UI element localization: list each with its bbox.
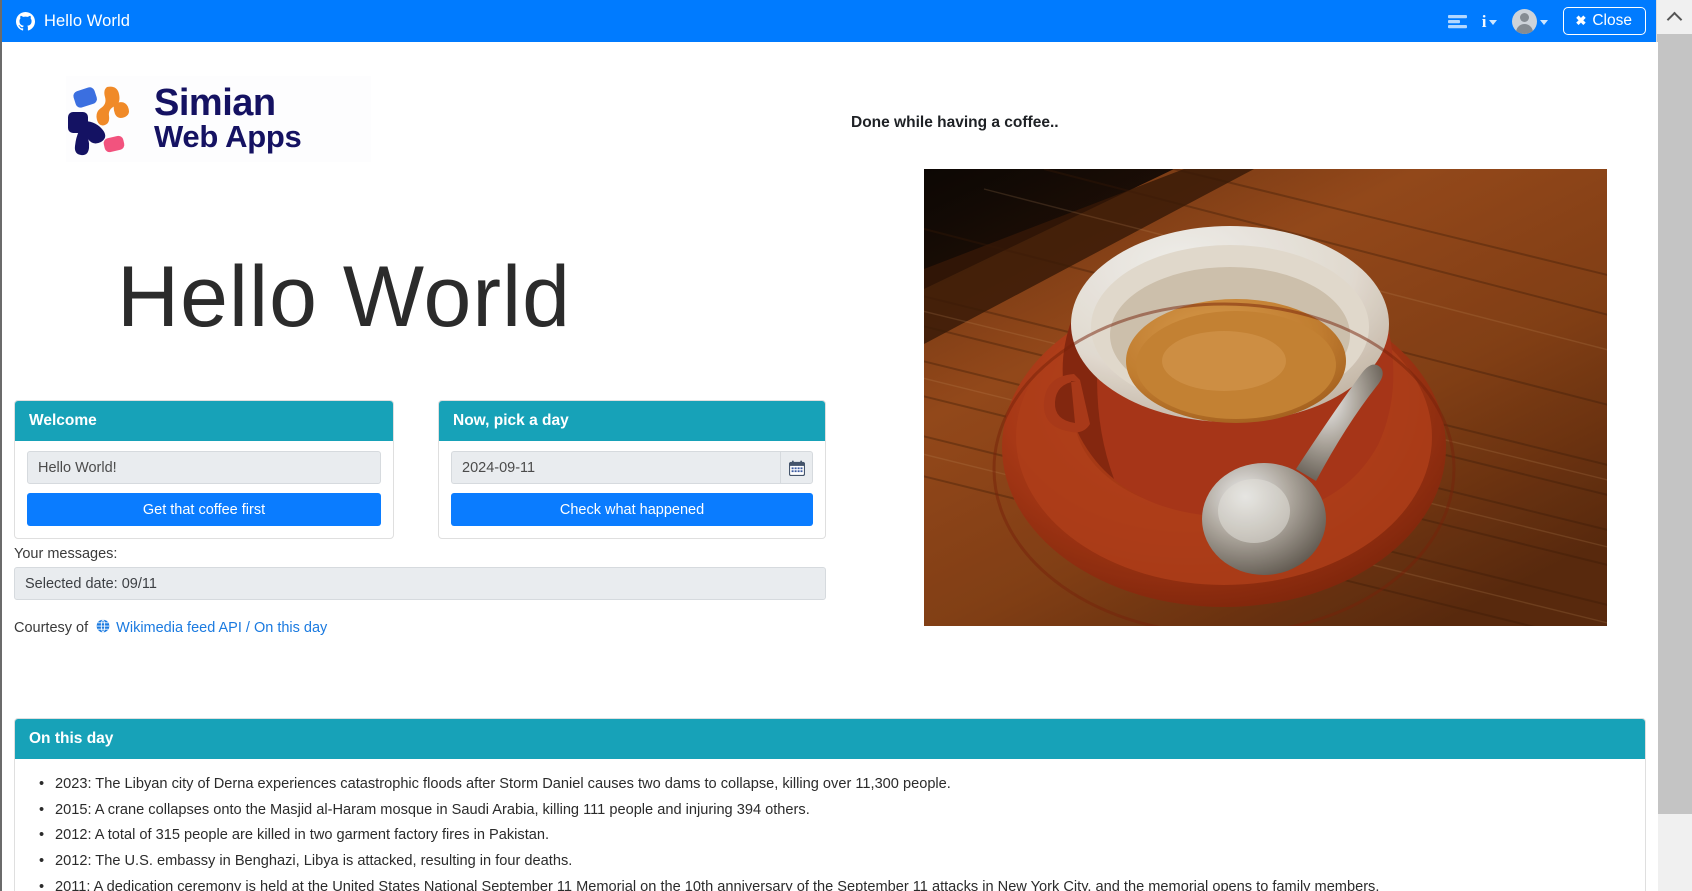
coffee-photo (924, 169, 1607, 626)
calendar-picker-button[interactable] (780, 451, 813, 484)
pick-a-day-card-body: 2024-09-11 Check what happened (439, 441, 825, 538)
brand-line-2: Web Apps (154, 119, 302, 155)
list-item: 2023: The Libyan city of Derna experienc… (39, 771, 1645, 797)
calendar-icon (788, 460, 805, 476)
title-bar-left: Hello World (16, 11, 131, 31)
avatar (1512, 8, 1538, 34)
wikimedia-feed-link[interactable]: Wikimedia feed API / On this day (116, 620, 327, 636)
github-icon (16, 11, 35, 31)
messages-label: Your messages: (14, 546, 118, 562)
vertical-scrollbar[interactable] (1656, 0, 1692, 891)
page-title: Hello World (117, 249, 571, 345)
info-menu-button[interactable]: i (1482, 13, 1498, 30)
window-title-bar: Hello World i ✖ Close (2, 0, 1658, 42)
check-what-happened-button[interactable]: Check what happened (451, 493, 813, 526)
globe-icon (96, 619, 110, 637)
date-input[interactable]: 2024-09-11 (451, 451, 780, 484)
brand-logo-text: Simian Web Apps (154, 82, 302, 155)
get-coffee-button[interactable]: Get that coffee first (27, 493, 381, 526)
date-input-group: 2024-09-11 (451, 451, 813, 484)
window-title-text: Hello World (44, 11, 131, 30)
chevron-down-icon (1489, 19, 1498, 25)
close-x-icon: ✖ (1575, 13, 1587, 28)
app-window: Hello World i ✖ Close Simian Web Apps He… (0, 0, 1692, 891)
close-button[interactable]: ✖ Close (1563, 6, 1646, 36)
page-content: Simian Web Apps Hello World Welcome Hell… (2, 42, 1658, 891)
list-item: 2011: A dedication ceremony is held at t… (39, 875, 1645, 891)
title-bar-right: i ✖ Close (1447, 6, 1646, 36)
info-icon: i (1481, 11, 1487, 31)
pick-a-day-card-header: Now, pick a day (439, 401, 825, 441)
welcome-card-header: Welcome (15, 401, 393, 441)
scroll-up-arrow-icon[interactable] (1657, 0, 1692, 34)
welcome-text-input[interactable]: Hello World! (27, 451, 381, 484)
scrollbar-thumb[interactable] (1657, 34, 1692, 814)
on-this-day-card: On this day 2023: The Libyan city of Der… (14, 718, 1646, 891)
on-this-day-header: On this day (15, 719, 1645, 759)
user-menu-button[interactable] (1512, 8, 1549, 34)
welcome-card: Welcome Hello World! Get that coffee fir… (14, 400, 394, 539)
courtesy-prefix: Courtesy of (14, 620, 89, 636)
list-item: 2012: The U.S. embassy in Benghazi, Liby… (39, 849, 1645, 875)
on-this-day-events-list: 2023: The Libyan city of Derna experienc… (15, 759, 1645, 891)
simian-logo-icon (68, 86, 129, 156)
list-view-icon[interactable] (1447, 14, 1467, 29)
messages-output: Selected date: 09/11 (14, 567, 826, 600)
courtesy-line: Courtesy of Wikimedia feed API / On this… (14, 619, 327, 637)
pick-a-day-card: Now, pick a day 2024-09-11 Check what ha… (438, 400, 826, 539)
list-item: 2012: A total of 315 people are killed i… (39, 823, 1645, 849)
photo-caption: Done while having a coffee.. (851, 114, 1059, 131)
welcome-card-body: Hello World! Get that coffee first (15, 441, 393, 538)
coffee-photo-image (924, 169, 1607, 626)
close-button-label: Close (1592, 11, 1632, 29)
brand-line-1: Simian (154, 82, 276, 125)
list-item: 2015: A crane collapses onto the Masjid … (39, 797, 1645, 823)
brand-logo: Simian Web Apps (66, 76, 371, 162)
chevron-down-icon (1540, 19, 1549, 25)
